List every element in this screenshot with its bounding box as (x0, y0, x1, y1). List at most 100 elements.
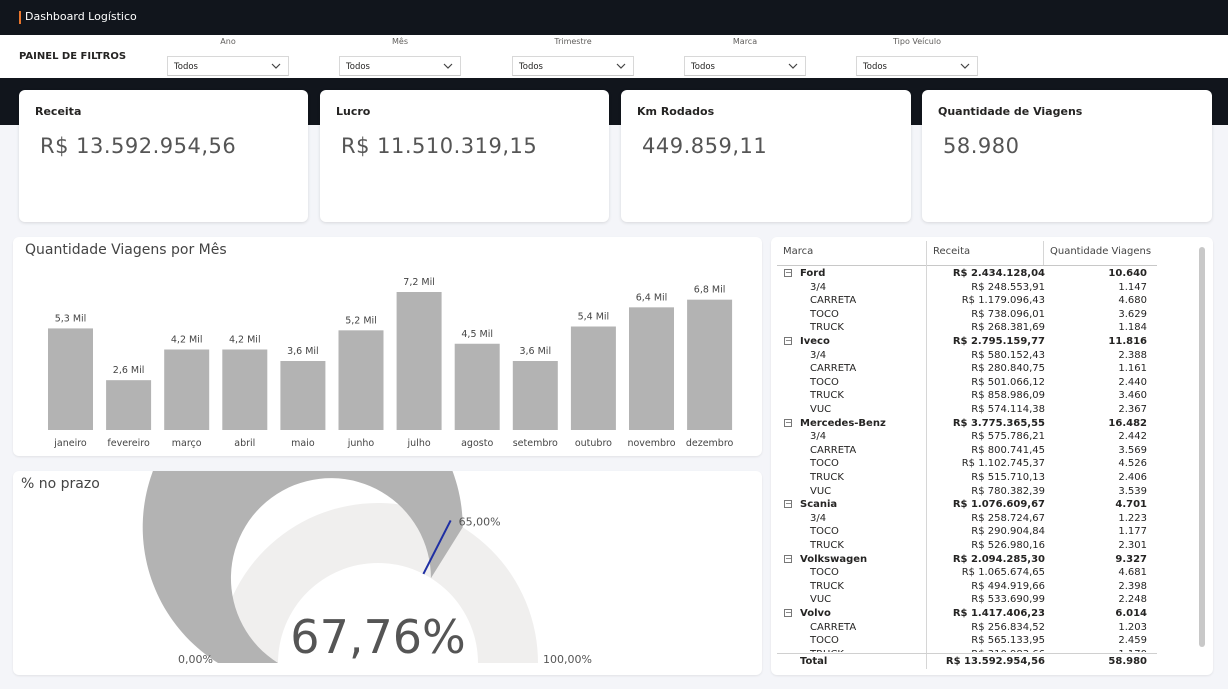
bar-outubro[interactable] (570, 326, 616, 431)
row-quantidade: 1.223 (1118, 512, 1147, 524)
bar-dezembro[interactable] (687, 299, 733, 430)
table-total-row: Total R$ 13.592.954,56 58.980 (771, 655, 1191, 669)
x-tick-label: abril (234, 438, 255, 449)
collapse-toggle-icon[interactable]: − (784, 554, 792, 563)
column-header-marca[interactable]: Marca (783, 246, 813, 257)
row-receita: R$ 800.741,45 (971, 444, 1045, 456)
row-receita: R$ 2.434.128,04 (952, 268, 1045, 279)
column-header-quantidade-viagens[interactable]: Quantidade Viagens (1050, 246, 1151, 257)
table-group-row: − Ford R$ 2.434.128,04 10.640 (771, 267, 1191, 281)
matrix-table-panel: Marca Receita Quantidade Viagens − Ford R$… (771, 237, 1213, 675)
collapse-toggle-icon[interactable]: − (784, 337, 792, 345)
filter-value: Todos (519, 62, 543, 72)
row-quantidade: 4.680 (1118, 295, 1147, 307)
row-quantidade: 2.248 (1118, 594, 1147, 606)
filter-dropdown-trimestre[interactable]: Todos (512, 56, 634, 76)
row-name: TOCO (810, 526, 839, 538)
gauge-max-label: 100,00% (543, 653, 592, 666)
table-row: CARRETA R$ 256.834,52 1.203 (771, 621, 1191, 635)
row-quantidade: 2.459 (1118, 635, 1147, 647)
row-name: TRUCK (810, 322, 844, 334)
row-name: Volvo (800, 608, 831, 619)
bar-junho[interactable] (338, 330, 384, 430)
data-label: 6,4 Mil (636, 292, 668, 303)
kpi-value: R$ 13.592.954,56 (40, 134, 237, 158)
filter-tipo-veiculo: Tipo Veículo Todos (856, 35, 978, 78)
row-quantidade: 3.539 (1118, 485, 1147, 497)
data-label: 5,2 Mil (345, 315, 377, 326)
column-divider (1043, 241, 1044, 265)
row-receita: R$ 290.904,84 (971, 526, 1045, 538)
kpi-value: 449.859,11 (642, 134, 768, 158)
row-receita: R$ 2.094.285,30 (952, 553, 1045, 565)
table-row: VUC R$ 574.114,38 2.367 (771, 403, 1191, 417)
row-receita: R$ 2.795.159,77 (952, 336, 1045, 347)
row-receita: R$ 280.840,75 (971, 363, 1045, 375)
filter-panel-title: PAINEL DE FILTROS (19, 51, 127, 62)
row-receita: R$ 501.066,12 (971, 376, 1045, 388)
table-row: TRUCK R$ 515.710,13 2.406 (771, 471, 1191, 485)
kpi-label: Receita (35, 105, 82, 118)
row-quantidade: 1.161 (1118, 363, 1147, 375)
x-tick-label: agosto (461, 438, 493, 449)
bar-setembro[interactable] (512, 361, 558, 430)
row-quantidade: 10.640 (1108, 268, 1147, 279)
row-name: TOCO (810, 458, 839, 470)
row-name: 3/4 (810, 431, 827, 443)
table-row: TRUCK R$ 526.980,16 2.301 (771, 539, 1191, 553)
filter-dropdown-ano[interactable]: Todos (167, 56, 289, 76)
filter-dropdown-tipo-veiculo[interactable]: Todos (856, 56, 978, 76)
filter-panel: PAINEL DE FILTROS Ano Todos Mês Todos Tr… (0, 35, 1228, 78)
collapse-toggle-icon[interactable]: − (784, 500, 792, 509)
filter-dropdown-mes[interactable]: Todos (339, 56, 461, 76)
collapse-toggle-icon[interactable]: − (784, 269, 792, 277)
row-quantidade: 4.701 (1115, 499, 1147, 511)
collapse-toggle-icon[interactable]: − (784, 609, 792, 617)
bar-novembro[interactable] (629, 307, 674, 430)
row-name: TRUCK (810, 540, 844, 551)
row-quantidade: 2.301 (1118, 540, 1147, 551)
bar-abril[interactable] (222, 349, 268, 431)
kpi-value: R$ 11.510.319,15 (341, 134, 538, 158)
table-group-row: − Volkswagen R$ 2.094.285,30 9.327 (771, 553, 1191, 567)
collapse-toggle-icon[interactable]: − (784, 418, 792, 427)
row-name: Mercedes-Benz (800, 417, 886, 429)
gauge-min-label: 0,00% (178, 653, 213, 666)
bar-maio[interactable] (280, 361, 326, 430)
table-row: 3/4 R$ 580.152,43 2.388 (771, 349, 1191, 363)
row-name: TRUCK (810, 648, 844, 652)
bar-março[interactable] (164, 349, 210, 431)
bar-chart: 5,3 Mil janeiro 2,6 Mil fevereiro 4,2 Mil mar… (48, 277, 734, 449)
filter-label: Tipo Veículo (893, 37, 941, 46)
header-divider (777, 265, 1157, 266)
column-header-receita[interactable]: Receita (933, 246, 970, 257)
filter-marca: Marca Todos (684, 35, 806, 78)
chevron-down-icon (443, 63, 453, 69)
x-tick-label: dezembro (686, 438, 734, 449)
table-scrollbar[interactable] (1199, 247, 1205, 647)
bar-fevereiro[interactable] (106, 380, 152, 430)
table-row: VUC R$ 780.382,39 3.539 (771, 485, 1191, 499)
row-receita: R$ 515.710,13 (971, 472, 1045, 483)
x-tick-label: julho (407, 438, 431, 449)
row-receita: R$ 738.096,01 (971, 308, 1045, 320)
table-body[interactable]: − Ford R$ 2.434.128,04 10.640 3/4 R$ 248.553,… (771, 267, 1196, 652)
data-label: 2,6 Mil (113, 365, 145, 376)
row-quantidade: 2.442 (1118, 431, 1147, 443)
x-tick-label: janeiro (53, 438, 87, 449)
kpi-card-lucro: Lucro R$ 11.510.319,15 (320, 90, 609, 222)
row-name: CARRETA (810, 444, 857, 456)
filter-value: Todos (863, 62, 887, 72)
filter-dropdown-marca[interactable]: Todos (684, 56, 806, 76)
chevron-down-icon (271, 63, 281, 69)
row-receita: R$ 1.417.406,23 (952, 608, 1045, 619)
x-tick-label: outubro (575, 438, 612, 449)
bar-janeiro[interactable] (48, 328, 93, 430)
row-name: VUC (810, 485, 832, 497)
gauge-panel: % no prazo 65,00% 0,00% 100,00% 67,76% (13, 471, 762, 675)
row-quantidade: 1.147 (1118, 281, 1147, 293)
bar-julho[interactable] (396, 292, 442, 430)
row-quantidade: 11.816 (1108, 336, 1147, 347)
bar-agosto[interactable] (454, 343, 500, 430)
table-row: VUC R$ 533.690,99 2.248 (771, 593, 1191, 607)
